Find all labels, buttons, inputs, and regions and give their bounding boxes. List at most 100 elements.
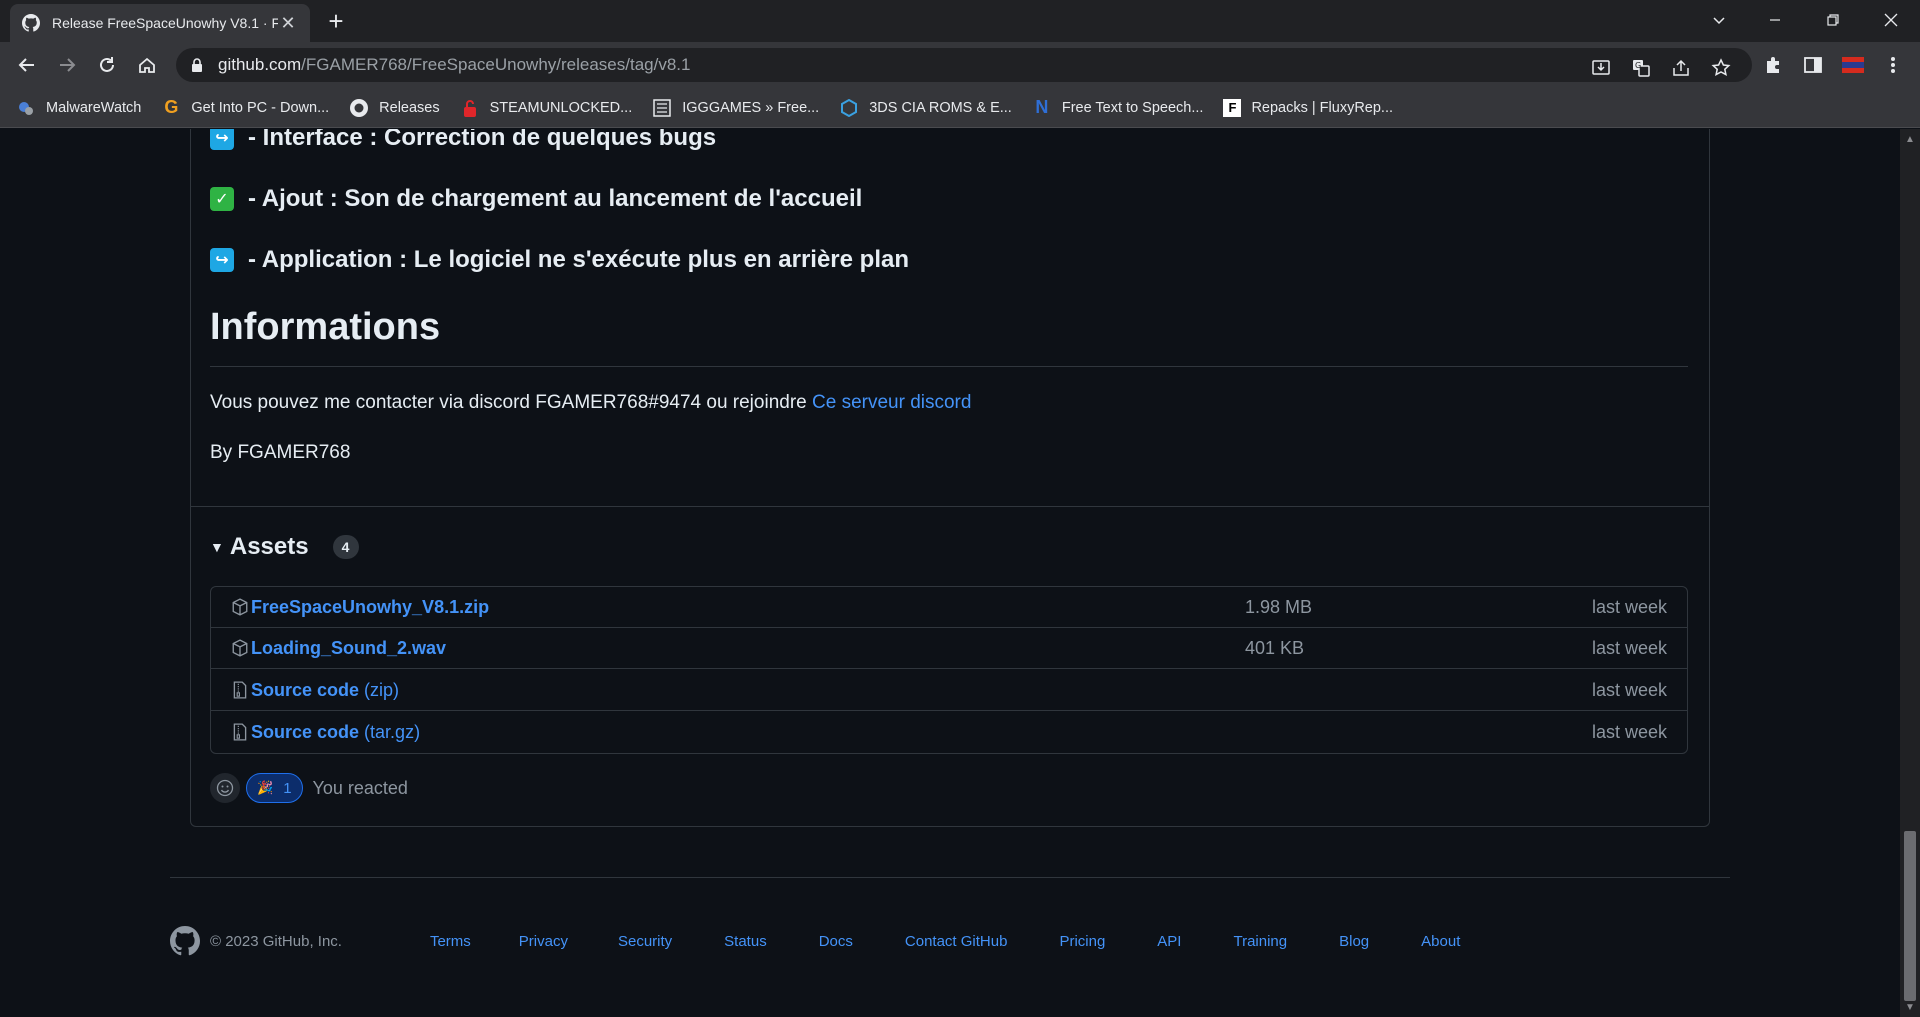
tab-close-icon[interactable]: ✕ xyxy=(278,13,298,34)
tada-reaction-button[interactable]: 🎉 1 xyxy=(246,773,303,803)
bookmarks-bar: MalwareWatch G Get Into PC - Down... Rel… xyxy=(0,88,1920,128)
footer-link-pricing[interactable]: Pricing xyxy=(1059,933,1105,950)
active-tab[interactable]: Release FreeSpaceUnowhy V8.1 · FGAMER768… xyxy=(10,4,310,42)
footer-link-docs[interactable]: Docs xyxy=(819,933,853,950)
asset-date: last week xyxy=(1591,596,1667,617)
changelog-text: - Ajout : Son de chargement au lancement… xyxy=(248,185,863,212)
add-reaction-button[interactable] xyxy=(210,773,240,803)
contact-paragraph: Vous pouvez me contacter via discord FGA… xyxy=(210,392,971,414)
restore-button[interactable] xyxy=(1810,0,1856,40)
chevron-down-icon xyxy=(1713,17,1725,25)
footer-link-status[interactable]: Status xyxy=(724,933,767,950)
asset-size: 1.98 MB xyxy=(1245,596,1313,617)
install-app-icon[interactable] xyxy=(1590,57,1612,79)
contact-text: Vous pouvez me contacter via discord FGA… xyxy=(210,392,812,413)
profile-avatar[interactable] xyxy=(1842,54,1864,76)
footer-link-blog[interactable]: Blog xyxy=(1339,933,1369,950)
assets-count-badge: 4 xyxy=(332,535,359,559)
bookmark-fluxy[interactable]: F Repacks | FluxyRep... xyxy=(1223,98,1393,117)
check-mark-icon: ✓ xyxy=(210,187,234,211)
reactions-bar: 🎉 1 You reacted xyxy=(210,773,408,803)
footer-link-privacy[interactable]: Privacy xyxy=(519,933,568,950)
footer-link-about[interactable]: About xyxy=(1421,933,1460,950)
bookmark-label: STEAMUNLOCKED... xyxy=(489,99,633,116)
reload-icon xyxy=(100,57,114,72)
side-panel-icon[interactable] xyxy=(1802,54,1824,76)
assets-list: FreeSpaceUnowhy_V8.1.zip 1.98 MB last we… xyxy=(210,586,1688,754)
changelog-item: ↪ - Interface : Correction de quelques b… xyxy=(210,129,716,152)
scroll-up-icon[interactable]: ▲ xyxy=(1905,135,1915,145)
restore-icon xyxy=(1827,14,1839,26)
asset-row: Source code (tar.gz) last week xyxy=(211,712,1687,753)
url-path: /FGAMER768/FreeSpaceUnowhy/releases/tag/… xyxy=(301,55,691,74)
footer-link-security[interactable]: Security xyxy=(618,933,672,950)
asset-download-link[interactable]: FreeSpaceUnowhy_V8.1.zip xyxy=(251,597,489,618)
footer-link-contact[interactable]: Contact GitHub xyxy=(905,933,1008,950)
file-zip-icon xyxy=(233,681,247,699)
bookmark-label: IGGGAMES » Free... xyxy=(682,99,820,116)
smiley-icon xyxy=(216,779,234,797)
extensions-puzzle-icon[interactable] xyxy=(1762,54,1784,76)
back-button[interactable] xyxy=(12,50,42,80)
footer-link-terms[interactable]: Terms xyxy=(430,933,471,950)
close-icon xyxy=(1884,13,1898,27)
assets-title: Assets xyxy=(229,533,309,560)
asset-row: Source code (zip) last week xyxy=(211,670,1687,711)
asset-download-link[interactable]: Source code (tar.gz) xyxy=(251,722,420,743)
file-zip-icon xyxy=(233,723,247,741)
share-icon[interactable] xyxy=(1670,57,1692,79)
naturalreader-icon: N xyxy=(1035,97,1049,117)
footer-link-training[interactable]: Training xyxy=(1233,933,1287,950)
page-scrollbar[interactable]: ▲ ▼ xyxy=(1900,129,1920,1017)
address-bar[interactable]: github.com/FGAMER768/FreeSpaceUnowhy/rel… xyxy=(176,48,1752,82)
page-viewport: ↪ - Interface : Correction de quelques b… xyxy=(0,129,1900,1017)
minimize-button[interactable] xyxy=(1752,0,1798,40)
bookmark-label: Free Text to Speech... xyxy=(1061,99,1204,116)
package-icon xyxy=(232,639,248,657)
close-window-button[interactable] xyxy=(1868,0,1914,40)
asset-download-link[interactable]: Loading_Sound_2.wav xyxy=(251,638,446,659)
tab-title: Release FreeSpaceUnowhy V8.1 · FGAMER768… xyxy=(52,15,278,31)
asset-date: last week xyxy=(1591,722,1667,742)
asset-name: Loading_Sound_2.wav xyxy=(251,637,447,658)
bookmark-3ds-cia[interactable]: 3DS CIA ROMS & E... xyxy=(839,98,1012,118)
bookmark-text-to-speech[interactable]: N Free Text to Speech... xyxy=(1032,97,1204,118)
discord-link[interactable]: Ce serveur discord xyxy=(812,392,971,413)
translate-icon[interactable]: G xyxy=(1630,57,1652,79)
bookmark-steamunlocked[interactable]: STEAMUNLOCKED... xyxy=(460,98,633,118)
home-button[interactable] xyxy=(132,50,162,80)
tab-strip: Release FreeSpaceUnowhy V8.1 · FGAMER768… xyxy=(0,0,1920,42)
forward-button[interactable] xyxy=(52,50,82,80)
menu-kebab-icon[interactable] xyxy=(1882,54,1904,76)
asset-size: 401 KB xyxy=(1245,637,1305,658)
github-icon xyxy=(22,14,40,32)
bookmark-malwarewatch[interactable]: MalwareWatch xyxy=(16,98,141,118)
asset-download-link[interactable]: Source code (zip) xyxy=(251,680,399,701)
browser-toolbar: github.com/FGAMER768/FreeSpaceUnowhy/rel… xyxy=(0,42,1920,88)
malwarewatch-icon xyxy=(16,98,36,118)
bookmark-getintopc[interactable]: G Get Into PC - Down... xyxy=(161,97,330,118)
informations-heading: Informations xyxy=(210,306,441,348)
reaction-count: 1 xyxy=(283,779,292,797)
reaction-label: You reacted xyxy=(312,777,408,798)
github-icon xyxy=(349,98,369,118)
scrollbar-thumb[interactable] xyxy=(1904,831,1916,1001)
bookmark-star-icon[interactable] xyxy=(1710,57,1732,79)
changelog-item: ✓ - Ajout : Son de chargement au lanceme… xyxy=(210,185,862,213)
reload-button[interactable] xyxy=(92,50,122,80)
footer-link-api[interactable]: API xyxy=(1157,933,1181,950)
tab-search-button[interactable] xyxy=(1696,0,1742,40)
bookmark-igggames[interactable]: IGGGAMES » Free... xyxy=(652,98,819,118)
scroll-down-icon[interactable]: ▼ xyxy=(1905,1003,1915,1013)
byline: By FGAMER768 xyxy=(210,442,351,463)
arrow-left-icon xyxy=(18,58,34,72)
github-logo-icon[interactable] xyxy=(170,926,200,956)
footer-divider xyxy=(170,877,1730,878)
new-tab-button[interactable]: + xyxy=(322,8,350,36)
bookmark-label: Get Into PC - Down... xyxy=(191,99,330,116)
assets-toggle[interactable]: ▼ Assets 4 xyxy=(210,533,359,561)
svg-text:G: G xyxy=(1635,61,1641,70)
fluxy-icon: F xyxy=(1223,98,1242,117)
bookmark-releases[interactable]: Releases xyxy=(349,98,440,118)
igggames-icon xyxy=(652,98,672,118)
